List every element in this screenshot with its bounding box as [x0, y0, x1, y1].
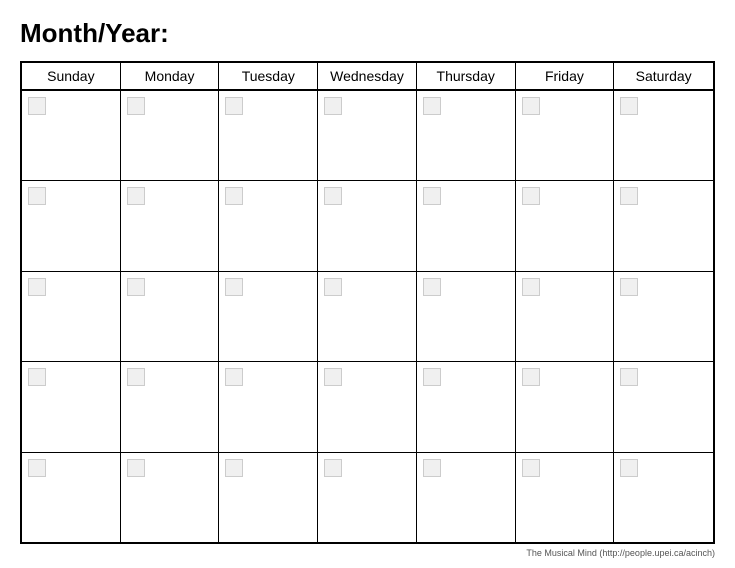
footer: The Musical Mind (http://people.upei.ca/…: [20, 548, 715, 558]
page-title: Month/Year:: [20, 18, 715, 49]
calendar-header: SundayMondayTuesdayWednesdayThursdayFrid…: [22, 63, 713, 91]
date-box: [620, 187, 638, 205]
date-box: [28, 97, 46, 115]
date-box: [324, 278, 342, 296]
date-box: [28, 278, 46, 296]
date-box: [28, 459, 46, 477]
date-box: [28, 368, 46, 386]
date-box: [522, 368, 540, 386]
calendar-cell: [417, 272, 516, 361]
calendar-cell: [219, 362, 318, 451]
calendar-body: [22, 91, 713, 542]
day-header-tuesday: Tuesday: [219, 63, 318, 89]
calendar-cell: [417, 91, 516, 180]
day-header-saturday: Saturday: [614, 63, 713, 89]
calendar-cell: [121, 362, 220, 451]
calendar-cell: [614, 272, 713, 361]
date-box: [620, 97, 638, 115]
calendar-cell: [614, 181, 713, 270]
date-box: [423, 187, 441, 205]
date-box: [620, 459, 638, 477]
calendar-cell: [614, 362, 713, 451]
calendar-row-5: [22, 453, 713, 542]
calendar-cell: [121, 453, 220, 542]
calendar-cell: [318, 362, 417, 451]
calendar-row-2: [22, 181, 713, 271]
date-box: [620, 278, 638, 296]
date-box: [620, 368, 638, 386]
day-header-friday: Friday: [516, 63, 615, 89]
calendar-cell: [516, 181, 615, 270]
date-box: [324, 459, 342, 477]
calendar-cell: [318, 91, 417, 180]
calendar-cell: [22, 272, 121, 361]
date-box: [324, 97, 342, 115]
calendar-cell: [121, 181, 220, 270]
date-box: [127, 97, 145, 115]
calendar-cell: [22, 453, 121, 542]
day-header-monday: Monday: [121, 63, 220, 89]
calendar-cell: [614, 453, 713, 542]
day-header-thursday: Thursday: [417, 63, 516, 89]
calendar-cell: [318, 272, 417, 361]
date-box: [127, 278, 145, 296]
calendar-cell: [614, 91, 713, 180]
date-box: [522, 187, 540, 205]
date-box: [225, 187, 243, 205]
calendar-cell: [516, 91, 615, 180]
calendar-cell: [219, 181, 318, 270]
date-box: [423, 97, 441, 115]
calendar-row-3: [22, 272, 713, 362]
calendar-cell: [417, 362, 516, 451]
date-box: [127, 187, 145, 205]
date-box: [324, 187, 342, 205]
calendar-cell: [22, 181, 121, 270]
calendar-cell: [516, 453, 615, 542]
day-header-wednesday: Wednesday: [318, 63, 417, 89]
date-box: [522, 97, 540, 115]
date-box: [127, 459, 145, 477]
calendar-cell: [219, 91, 318, 180]
date-box: [225, 97, 243, 115]
calendar-cell: [219, 453, 318, 542]
calendar-cell: [121, 272, 220, 361]
calendar-row-1: [22, 91, 713, 181]
date-box: [423, 278, 441, 296]
date-box: [522, 459, 540, 477]
calendar-cell: [318, 181, 417, 270]
date-box: [423, 459, 441, 477]
calendar-cell: [516, 272, 615, 361]
date-box: [225, 278, 243, 296]
calendar-cell: [318, 453, 417, 542]
date-box: [225, 368, 243, 386]
calendar-cell: [121, 91, 220, 180]
date-box: [127, 368, 145, 386]
date-box: [423, 368, 441, 386]
calendar-cell: [22, 91, 121, 180]
date-box: [522, 278, 540, 296]
calendar: SundayMondayTuesdayWednesdayThursdayFrid…: [20, 61, 715, 544]
date-box: [324, 368, 342, 386]
calendar-cell: [417, 453, 516, 542]
calendar-cell: [22, 362, 121, 451]
date-box: [28, 187, 46, 205]
calendar-cell: [417, 181, 516, 270]
day-header-sunday: Sunday: [22, 63, 121, 89]
calendar-row-4: [22, 362, 713, 452]
calendar-cell: [516, 362, 615, 451]
calendar-cell: [219, 272, 318, 361]
date-box: [225, 459, 243, 477]
